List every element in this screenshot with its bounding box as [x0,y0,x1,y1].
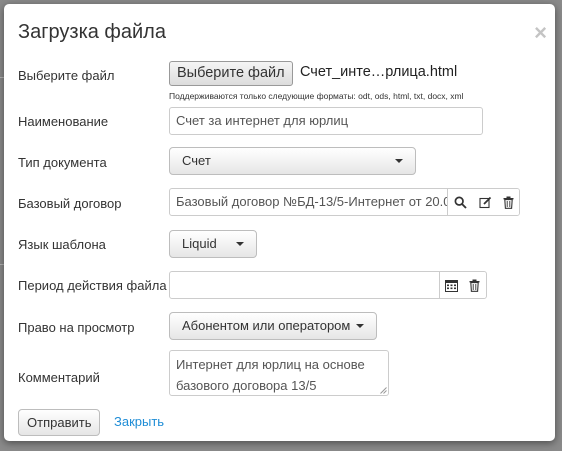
doc-type-select[interactable]: Счет [169,147,416,175]
comment-textarea[interactable]: Интернет для юрлиц на основе базового до… [169,350,389,396]
view-right-select[interactable]: Абонентом или оператором [169,312,377,340]
close-icon[interactable]: × [534,21,547,45]
base-contract-group: Базовый договор №БД-13/5-Интернет от 20.… [169,188,520,216]
dialog-title: Загрузка файла [18,21,166,43]
resize-handle-icon[interactable] [380,387,387,394]
close-link[interactable]: Закрыть [114,414,164,429]
calendar-icon[interactable] [439,272,463,298]
template-lang-value: Liquid [182,236,217,251]
choose-file-button[interactable]: Выберите файл [169,61,293,86]
validity-label: Период действия файла [18,278,167,293]
upload-file-dialog: Загрузка файла × Выберите файл Выберите … [4,4,555,441]
trash-icon[interactable] [497,189,519,215]
view-right-label: Право на просмотр [18,320,135,335]
template-lang-label: Язык шаблона [18,237,106,252]
search-icon[interactable] [447,189,473,215]
base-contract-input[interactable]: Базовый договор №БД-13/5-Интернет от 20.… [170,189,447,215]
view-right-value: Абонентом или оператором [182,318,351,333]
chevron-down-icon [395,159,403,163]
chevron-down-icon [356,324,365,328]
comment-text: Интернет для юрлиц на основе базового до… [176,357,365,393]
chevron-down-icon [236,242,244,246]
name-input[interactable]: Счет за интернет для юрлиц [169,107,483,135]
name-label: Наименование [18,114,109,129]
file-label: Выберите файл [18,68,115,83]
validity-input[interactable] [170,272,439,298]
submit-button[interactable]: Отправить [18,409,101,436]
selected-file-name: Счет_инте…рлица.html [300,64,458,80]
edit-icon[interactable] [473,189,497,215]
validity-group [169,271,487,299]
doc-type-label: Тип документа [18,155,107,170]
template-lang-select[interactable]: Liquid [169,230,257,258]
format-hint: Поддерживаются только следующие форматы:… [169,91,464,101]
base-contract-label: Базовый договор [18,196,122,211]
trash-icon[interactable] [463,272,485,298]
comment-label: Комментарий [18,370,100,385]
doc-type-value: Счет [182,153,211,168]
